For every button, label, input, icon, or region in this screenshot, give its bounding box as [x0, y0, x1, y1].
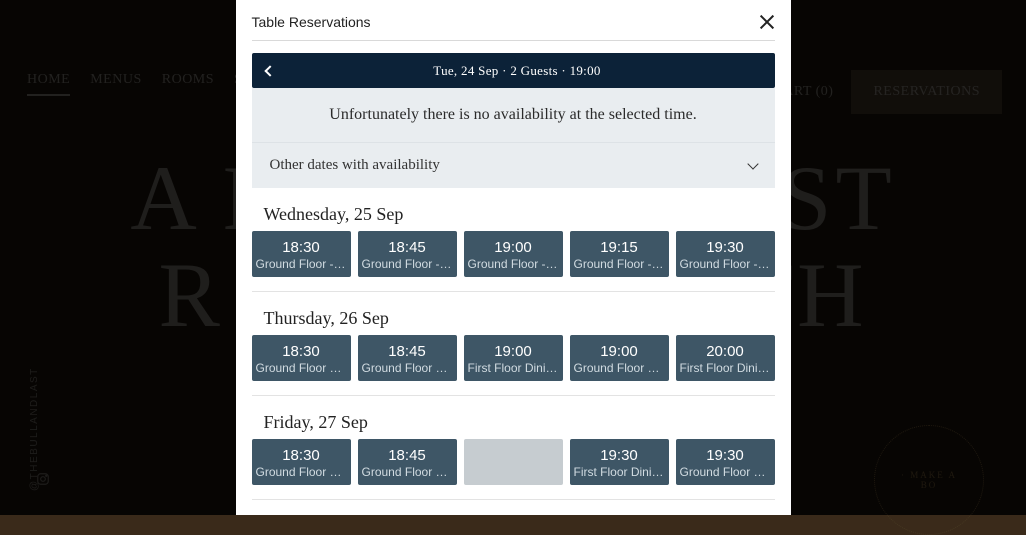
slot-area: First Floor Dinin… — [680, 361, 771, 375]
slot-time: 19:30 — [680, 239, 771, 256]
day-block: Thursday, 26 Sep18:30Ground Floor Pu…18:… — [252, 292, 775, 396]
slot-time: 18:30 — [256, 447, 347, 464]
slot-area: Ground Floor Pu… — [574, 361, 665, 375]
slot-area: Ground Floor Pu… — [256, 465, 347, 479]
time-slot[interactable]: 19:00First Floor Dinin… — [464, 335, 563, 381]
slot-time: 19:15 — [574, 239, 665, 256]
day-label: Wednesday, 25 Sep — [252, 198, 775, 231]
time-slot[interactable]: 18:45Ground Floor Pu… — [358, 439, 457, 485]
time-slot[interactable]: 20:00First Floor Dinin… — [676, 335, 775, 381]
slot-area: Ground Floor Pu… — [680, 465, 771, 479]
time-slot[interactable]: 18:30Ground Floor Pu… — [252, 439, 351, 485]
slot-area: Ground Floor - P… — [468, 257, 559, 271]
other-dates-label: Other dates with availability — [270, 157, 440, 174]
time-slot[interactable]: 19:15Ground Floor - P… — [570, 231, 669, 277]
slot-area: Ground Floor Pu… — [362, 465, 453, 479]
reservation-summary-text: Tue, 24 Sep · 2 Guests · 19:00 — [274, 63, 761, 79]
slot-area: Ground Floor Pu… — [362, 361, 453, 375]
slot-row: 18:30Ground Floor Pu…18:45Ground Floor P… — [252, 439, 775, 489]
time-slot[interactable]: 18:45Ground Floor - P… — [358, 231, 457, 277]
time-slot-empty — [464, 439, 563, 485]
slot-area: Ground Floor - P… — [680, 257, 771, 271]
slot-area: Ground Floor - P… — [256, 257, 347, 271]
other-dates-toggle[interactable]: Other dates with availability — [252, 142, 775, 188]
slot-time: 18:30 — [256, 239, 347, 256]
modal-body: Tue, 24 Sep · 2 Guests · 19:00 Unfortuna… — [236, 41, 791, 506]
day-label: Thursday, 26 Sep — [252, 302, 775, 335]
day-block: Saturday, 28 Sep15:3015:3021:0021:15 — [252, 500, 775, 506]
chevron-down-icon — [747, 158, 758, 169]
slot-area: Ground Floor - P… — [574, 257, 665, 271]
time-slot[interactable]: 19:30First Floor Dinin… — [570, 439, 669, 485]
time-slot[interactable]: 19:30Ground Floor - P… — [676, 231, 775, 277]
reservation-summary-bar: Tue, 24 Sep · 2 Guests · 19:00 — [252, 53, 775, 88]
time-slot[interactable]: 19:30Ground Floor Pu… — [676, 439, 775, 485]
time-slot[interactable]: 19:00Ground Floor - P… — [464, 231, 563, 277]
slot-row: 18:30Ground Floor Pu…18:45Ground Floor P… — [252, 335, 775, 385]
slot-time: 20:00 — [680, 343, 771, 360]
time-slot[interactable]: 19:00Ground Floor Pu… — [570, 335, 669, 381]
modal-overlay: Table Reservations Tue, 24 Sep · 2 Guest… — [0, 0, 1026, 515]
slot-row: 18:30Ground Floor - P…18:45Ground Floor … — [252, 231, 775, 281]
slot-time: 19:00 — [468, 343, 559, 360]
time-slot[interactable]: 18:30Ground Floor Pu… — [252, 335, 351, 381]
slot-area: First Floor Dinin… — [468, 361, 559, 375]
day-block: Wednesday, 25 Sep18:30Ground Floor - P…1… — [252, 188, 775, 292]
reservations-modal: Table Reservations Tue, 24 Sep · 2 Guest… — [236, 0, 791, 515]
slot-time: 19:30 — [680, 447, 771, 464]
slot-area: Ground Floor - P… — [362, 257, 453, 271]
slot-time: 18:45 — [362, 239, 453, 256]
day-label: Friday, 27 Sep — [252, 406, 775, 439]
slot-time: 19:00 — [574, 343, 665, 360]
day-block: Friday, 27 Sep18:30Ground Floor Pu…18:45… — [252, 396, 775, 500]
slot-time: 18:45 — [362, 343, 453, 360]
time-slot[interactable]: 18:30Ground Floor - P… — [252, 231, 351, 277]
time-slot[interactable]: 18:45Ground Floor Pu… — [358, 335, 457, 381]
slot-area: Ground Floor Pu… — [256, 361, 347, 375]
close-icon[interactable] — [759, 14, 775, 30]
slot-area: First Floor Dinin… — [574, 465, 665, 479]
slot-time: 19:00 — [468, 239, 559, 256]
no-availability-message: Unfortunately there is no availability a… — [252, 88, 775, 142]
slot-time: 18:30 — [256, 343, 347, 360]
modal-title: Table Reservations — [252, 14, 371, 30]
slot-time: 18:45 — [362, 447, 453, 464]
modal-header: Table Reservations — [236, 0, 791, 40]
slot-time: 19:30 — [574, 447, 665, 464]
